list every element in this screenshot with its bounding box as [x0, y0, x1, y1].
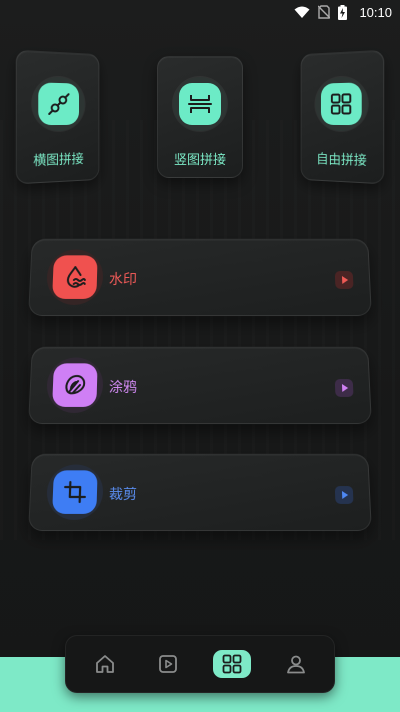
- doodle-card[interactable]: 涂鸦: [28, 346, 372, 425]
- play-arrow-icon[interactable]: [334, 271, 354, 289]
- doodle-icon: [52, 363, 98, 407]
- item-label: 涂鸦: [108, 380, 138, 396]
- horizontal-stitch-icon: [38, 82, 80, 126]
- icon-ring: [45, 357, 104, 413]
- icon-ring: [315, 76, 368, 132]
- play-arrow-icon[interactable]: [334, 486, 354, 504]
- vertical-stitch-icon: [179, 83, 221, 125]
- watermark-card[interactable]: 水印: [28, 238, 372, 317]
- free-stitch-card[interactable]: 自由拼接: [300, 49, 385, 185]
- item-label: 水印: [108, 272, 138, 288]
- watermark-icon: [52, 255, 98, 299]
- status-bar: 10:10: [0, 0, 400, 24]
- status-time: 10:10: [359, 4, 392, 20]
- vertical-stitch-card[interactable]: 竖图拼接: [157, 56, 243, 178]
- free-grid-icon: [320, 82, 362, 126]
- horizontal-stitch-card[interactable]: 横图拼接: [15, 49, 100, 185]
- item-label: 裁剪: [108, 487, 138, 503]
- crop-card[interactable]: 裁剪: [28, 453, 372, 532]
- card-label: 自由拼接: [316, 152, 367, 170]
- battery-charging-icon: [338, 4, 348, 20]
- play-arrow-icon[interactable]: [334, 379, 354, 397]
- crop-icon: [52, 470, 98, 514]
- video-icon[interactable]: [149, 650, 187, 678]
- icon-ring: [32, 76, 85, 132]
- tools-icon[interactable]: [213, 650, 251, 678]
- wifi-icon: [294, 6, 310, 19]
- profile-icon[interactable]: [277, 650, 315, 678]
- icon-ring: [45, 249, 104, 305]
- bottom-navigation: [65, 635, 335, 693]
- icon-ring: [173, 77, 227, 131]
- no-sim-icon: [318, 5, 331, 19]
- icon-ring: [45, 464, 104, 520]
- card-label: 竖图拼接: [173, 153, 226, 168]
- card-label: 横图拼接: [33, 152, 84, 170]
- home-icon[interactable]: [86, 650, 124, 678]
